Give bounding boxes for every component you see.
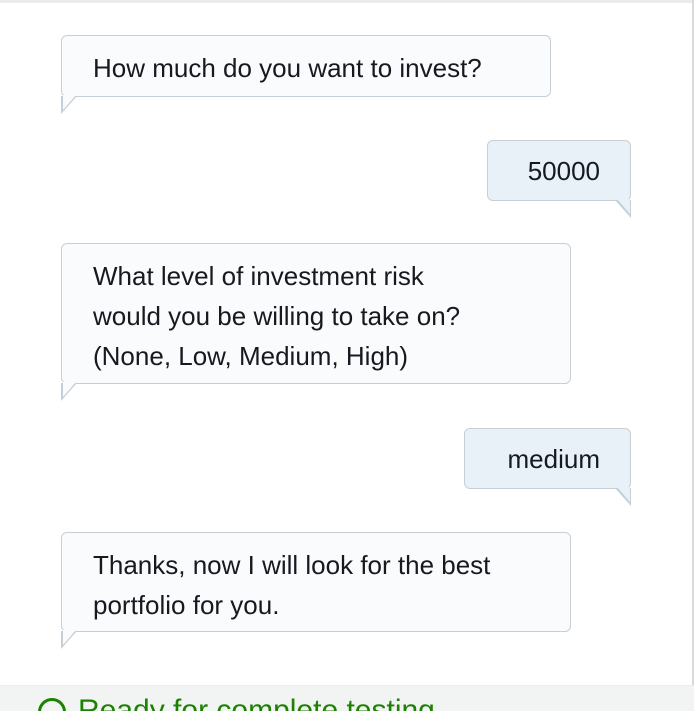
message-text: medium bbox=[507, 444, 600, 474]
message-line: would you be willing to take on? bbox=[93, 301, 461, 331]
message-text: 50000 bbox=[527, 156, 600, 186]
bubble-tail bbox=[61, 382, 77, 401]
chat-transcript[interactable]: How much do you want to invest? 50000 Wh… bbox=[0, 0, 692, 685]
status-footer: Ready for complete testing bbox=[0, 685, 694, 711]
build-status: Ready for complete testing bbox=[38, 694, 435, 711]
bot-message: Thanks, now I will look for the best por… bbox=[61, 532, 571, 649]
message-text: How much do you want to invest? bbox=[93, 53, 482, 83]
user-message: medium bbox=[464, 428, 631, 506]
bubble-tail bbox=[61, 630, 77, 649]
message-line: portfolio for you. bbox=[93, 590, 280, 620]
message-line: What level of investment risk bbox=[93, 261, 424, 291]
check-circle-icon bbox=[38, 698, 66, 711]
message-line: Thanks, now I will look for the best bbox=[93, 550, 491, 580]
user-message: 50000 bbox=[487, 140, 631, 218]
status-text: Ready for complete testing bbox=[78, 694, 435, 711]
bubble-tail bbox=[615, 199, 631, 218]
message-line: (None, Low, Medium, High) bbox=[93, 341, 409, 371]
bot-message: What level of investment risk would you … bbox=[61, 243, 571, 401]
bot-message: How much do you want to invest? bbox=[61, 35, 551, 114]
bubble-tail bbox=[61, 95, 77, 114]
bubble-tail bbox=[615, 487, 631, 506]
